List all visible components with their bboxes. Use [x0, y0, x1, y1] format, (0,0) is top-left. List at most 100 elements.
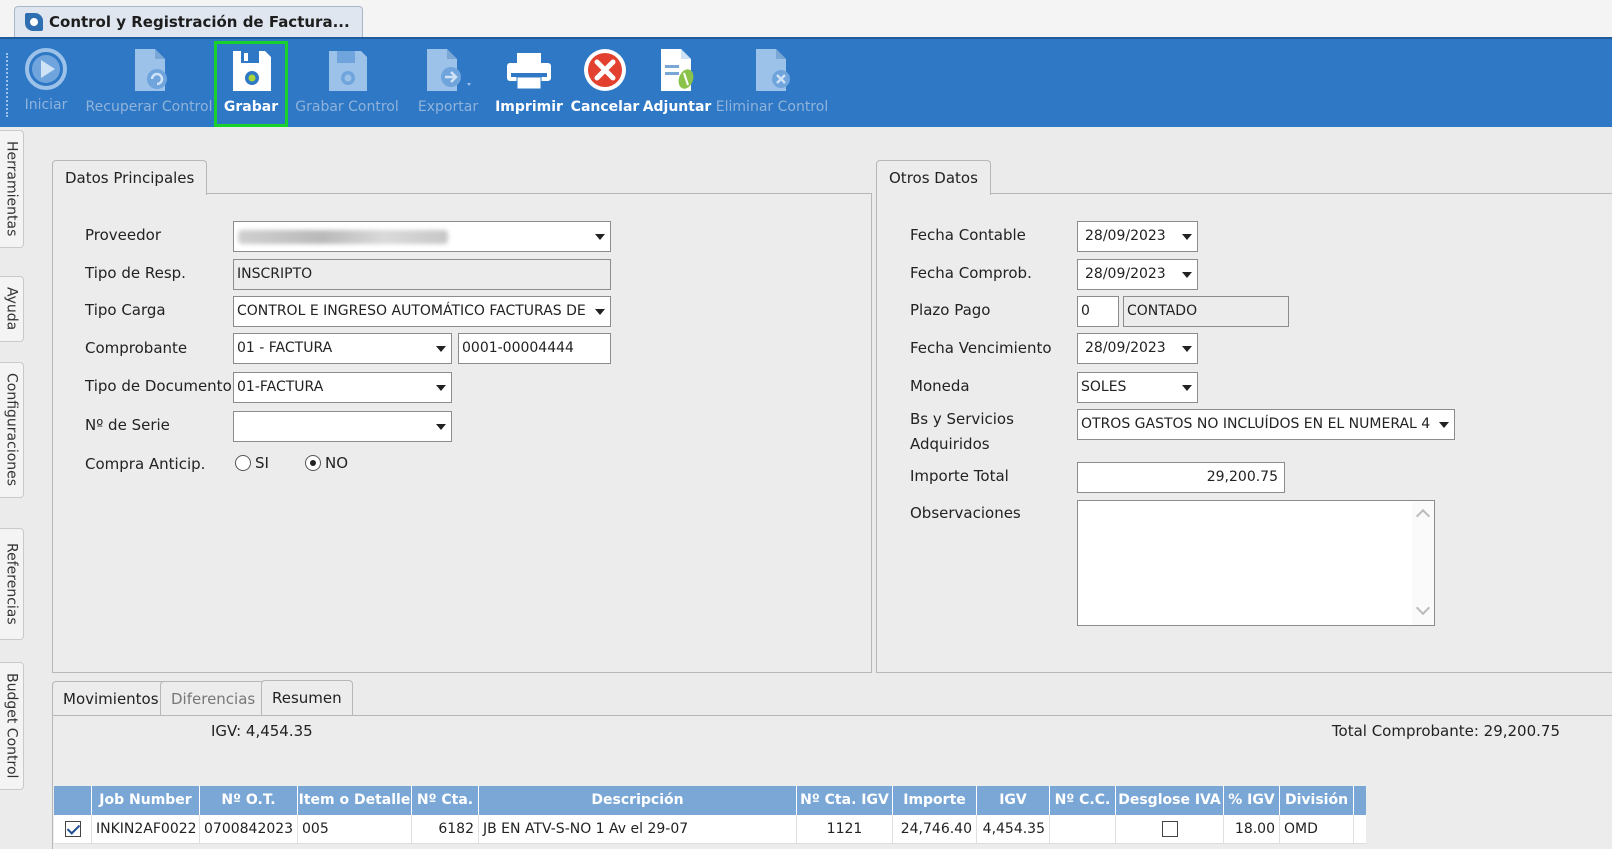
comprobante-number-field[interactable]: 0001-00004444 [458, 333, 611, 364]
col-descripcion-header[interactable]: Descripción [479, 786, 797, 815]
vertical-scrollbar[interactable] [1412, 501, 1434, 625]
cancelar-button[interactable]: Cancelar [570, 41, 640, 127]
otros-datos-panel: Fecha Contable 28/09/2023 Fecha Comprob.… [876, 193, 1612, 673]
checkbox-checked-icon[interactable] [64, 821, 81, 837]
fecha-vencimiento-label: Fecha Vencimiento [910, 339, 1052, 357]
tipo-resp-field: INSCRIPTO [233, 259, 611, 290]
fecha-vencimiento-picker[interactable]: 28/09/2023 [1077, 333, 1198, 364]
bs-servicios-combo[interactable]: OTROS GASTOS NO INCLUÍDOS EN EL NUMERAL … [1077, 409, 1455, 440]
save-disk-icon [233, 51, 271, 91]
redacted-value [238, 230, 448, 244]
col-select-header [54, 786, 92, 815]
toolbar: Iniciar Recuperar Control Grabar Grabar … [0, 37, 1612, 127]
desglose-iva-cell[interactable] [1116, 815, 1224, 843]
grabar-button[interactable]: Grabar [214, 41, 288, 127]
nro-cta-igv-cell: 1121 [797, 815, 893, 843]
exportar-button[interactable]: Exportar [408, 41, 488, 127]
chevron-down-icon[interactable] [431, 412, 451, 441]
tipo-resp-label: Tipo de Resp. [85, 264, 186, 282]
side-tab-budget-control[interactable]: Budget Control [0, 662, 24, 790]
save-disk-icon [329, 51, 367, 91]
pct-igv-cell: 18.00 [1224, 815, 1280, 843]
chevron-down-icon[interactable] [590, 222, 610, 251]
moneda-combo[interactable]: SOLES [1077, 372, 1198, 403]
observaciones-label: Observaciones [910, 504, 1021, 522]
fecha-comprob-picker[interactable]: 28/09/2023 [1077, 259, 1198, 290]
chevron-down-icon[interactable] [431, 334, 451, 363]
observaciones-textarea[interactable] [1077, 500, 1435, 626]
scroll-down-icon[interactable] [1415, 600, 1431, 616]
play-icon [25, 48, 67, 90]
col-igv-header[interactable]: IGV [977, 786, 1050, 815]
nro-serie-label: Nº de Serie [85, 416, 170, 434]
printer-icon [507, 53, 551, 90]
chevron-down-icon[interactable] [1177, 260, 1197, 289]
nro-cta-cell: 6182 [412, 815, 479, 843]
tab-movimientos[interactable]: Movimientos [52, 681, 170, 715]
side-tab-herramientas[interactable]: Herramientas [0, 130, 24, 248]
col-desglose-iva-header[interactable]: Desglose IVA [1116, 786, 1224, 815]
side-tab-ayuda[interactable]: Ayuda [0, 276, 24, 342]
col-item-header[interactable]: Item o Detalle [298, 786, 412, 815]
compra-anticip-si-radio[interactable]: SI [235, 454, 269, 472]
side-tab-configuraciones[interactable]: Configuraciones [0, 362, 24, 498]
col-job-number-header[interactable]: Job Number [92, 786, 200, 815]
chevron-down-icon[interactable] [1177, 373, 1197, 402]
chevron-down-icon[interactable] [590, 297, 610, 326]
proveedor-combo[interactable] [233, 221, 611, 252]
col-pct-igv-header[interactable]: % IGV [1224, 786, 1280, 815]
col-importe-header[interactable]: Importe [893, 786, 977, 815]
importe-total-field[interactable]: 29,200.75 [1077, 462, 1285, 493]
comprobante-value: 01 - FACTURA [237, 340, 333, 356]
comprobante-combo[interactable]: 01 - FACTURA [233, 333, 452, 364]
chevron-down-icon[interactable] [431, 373, 451, 402]
radio-circle-icon [235, 455, 251, 471]
col-division-header[interactable]: División [1280, 786, 1354, 815]
export-document-icon [427, 49, 471, 91]
tab-otros-datos[interactable]: Otros Datos [876, 160, 991, 195]
row-select-cell[interactable] [54, 815, 92, 843]
bs-servicios-label-line2: Adquiridos [910, 435, 990, 453]
tipo-carga-value: CONTROL E INGRESO AUTOMÁTICO FACTURAS DE… [237, 303, 611, 319]
eliminar-control-button[interactable]: Eliminar Control [716, 41, 828, 127]
proveedor-label: Proveedor [85, 226, 161, 244]
table-row[interactable]: INKIN2AF0022 0700842023 005 6182 JB EN A… [54, 815, 1366, 844]
nro-serie-combo[interactable] [233, 411, 452, 442]
tab-resumen[interactable]: Resumen [261, 680, 353, 716]
recuperar-control-button[interactable]: Recuperar Control [86, 41, 212, 127]
chevron-down-icon[interactable] [1177, 222, 1197, 251]
attach-document-icon [661, 49, 694, 91]
chevron-down-icon[interactable] [1177, 334, 1197, 363]
tab-diferencias[interactable]: Diferencias [160, 681, 267, 715]
window-tab[interactable]: Control y Registración de Factura... [14, 6, 363, 37]
datos-principales-panel: Proveedor Tipo de Resp. INSCRIPTO Tipo C… [52, 193, 872, 673]
col-nro-cta-igv-header[interactable]: Nº Cta. IGV [797, 786, 893, 815]
side-tab-referencias[interactable]: Referencias [0, 528, 24, 640]
fecha-contable-picker[interactable]: 28/09/2023 [1077, 221, 1198, 252]
plazo-pago-label: Plazo Pago [910, 301, 991, 319]
adjuntar-button[interactable]: Adjuntar [643, 41, 711, 127]
grid-header: Job Number Nº O.T. Item o Detalle Nº Cta… [54, 786, 1366, 815]
total-comprobante-summary: Total Comprobante: 29,200.75 [1331, 722, 1560, 740]
fecha-comprob-label: Fecha Comprob. [910, 264, 1032, 282]
app-icon [25, 13, 43, 31]
compra-anticip-no-radio[interactable]: NO [305, 454, 348, 472]
descripcion-cell: JB EN ATV-S-NO 1 Av el 29-07 [479, 815, 797, 843]
imprimir-button[interactable]: Imprimir [494, 41, 564, 127]
tipo-carga-combo[interactable]: CONTROL E INGRESO AUTOMÁTICO FACTURAS DE… [233, 296, 611, 327]
grabar-control-button[interactable]: Grabar Control [295, 41, 399, 127]
chevron-down-icon[interactable] [1434, 410, 1454, 439]
importe-cell: 24,746.40 [893, 815, 977, 843]
col-nro-cc-header[interactable]: Nº C.C. [1050, 786, 1116, 815]
iniciar-button[interactable]: Iniciar [20, 41, 72, 127]
tab-datos-principales[interactable]: Datos Principales [52, 160, 208, 195]
checkbox-unchecked-icon[interactable] [1161, 821, 1178, 837]
col-nro-ot-header[interactable]: Nº O.T. [200, 786, 298, 815]
col-nro-cta-header[interactable]: Nº Cta. [412, 786, 479, 815]
comprobante-label: Comprobante [85, 339, 188, 357]
movimientos-grid: Job Number Nº O.T. Item o Detalle Nº Cta… [54, 786, 1366, 844]
scroll-up-icon[interactable] [1415, 508, 1431, 524]
fecha-contable-label: Fecha Contable [910, 226, 1026, 244]
tipo-documento-combo[interactable]: 01-FACTURA [233, 372, 452, 403]
plazo-pago-days-field[interactable]: 0 [1077, 296, 1119, 327]
